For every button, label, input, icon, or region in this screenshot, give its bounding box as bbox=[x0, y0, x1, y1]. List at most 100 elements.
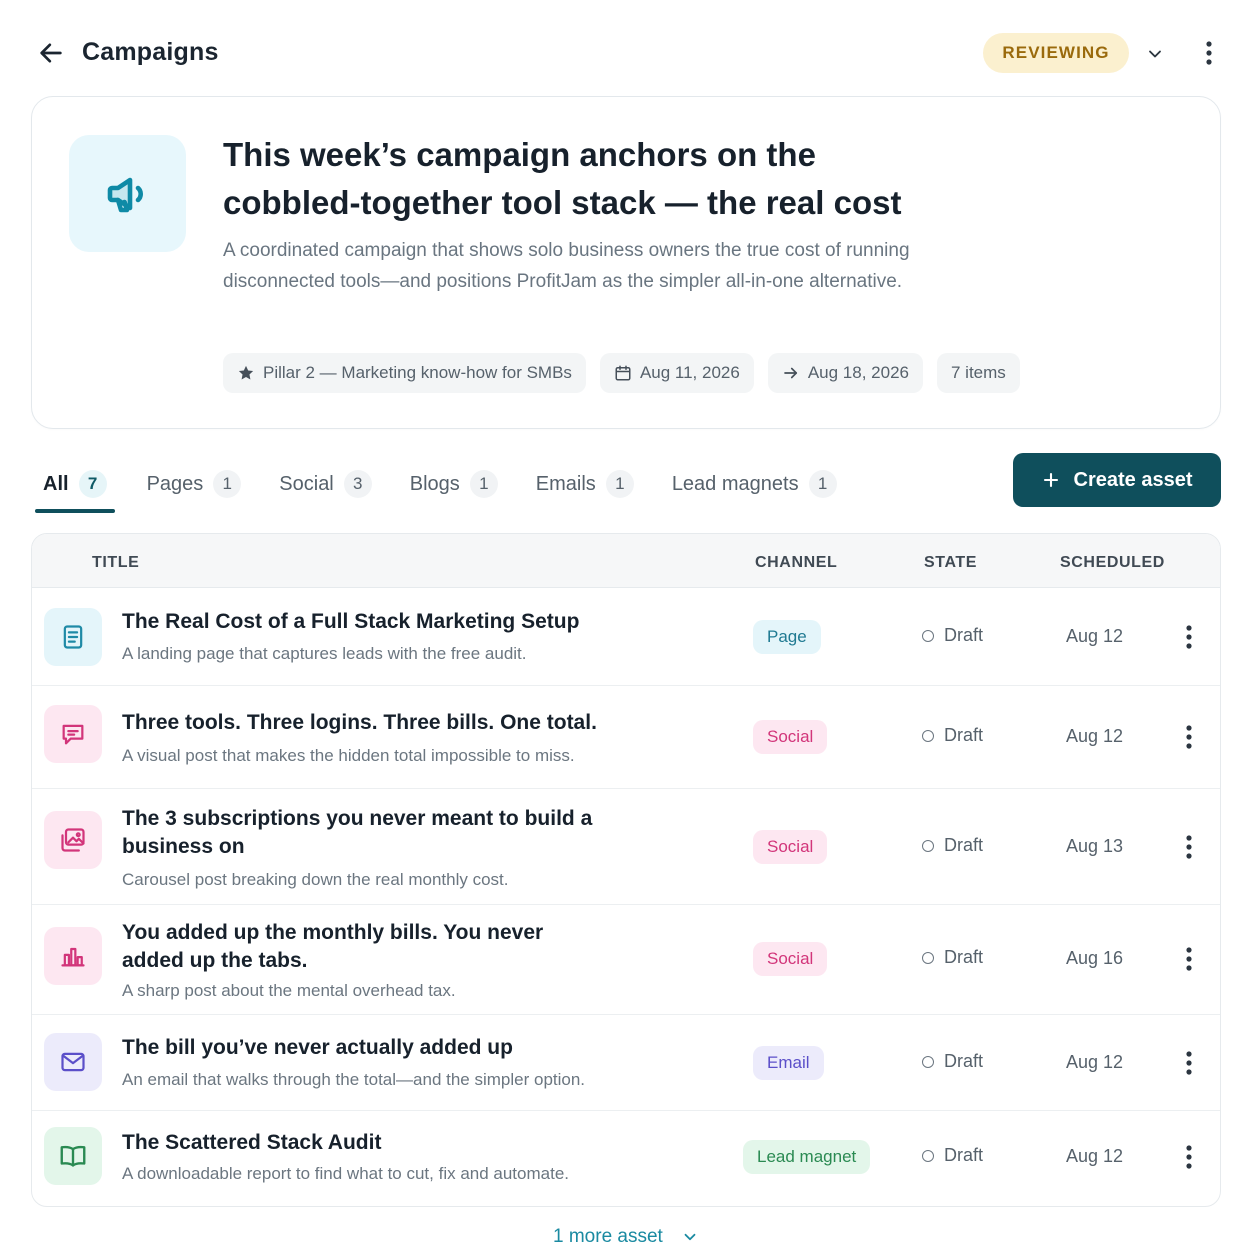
top-bar: Campaigns REVIEWING bbox=[0, 0, 1252, 96]
tab-emails[interactable]: Emails 1 bbox=[536, 455, 634, 513]
column-header-state: STATE bbox=[924, 554, 978, 571]
table-row[interactable]: Three tools. Three logins. Three bills. … bbox=[32, 686, 1220, 789]
campaign-description: A coordinated campaign that shows solo b… bbox=[223, 240, 910, 292]
row-title: Three tools. Three logins. Three bills. … bbox=[122, 711, 597, 734]
row-icon-tile bbox=[44, 1033, 102, 1091]
state-cell: Draft bbox=[922, 835, 983, 856]
kebab-menu-icon bbox=[1186, 725, 1192, 749]
chevron-down-icon bbox=[1149, 50, 1161, 58]
tab-label: Pages bbox=[146, 472, 204, 495]
arrow-right-icon bbox=[784, 367, 797, 379]
row-icon-tile bbox=[44, 705, 102, 763]
tab-label: Emails bbox=[535, 472, 596, 495]
scheduled-date: Aug 13 bbox=[1066, 836, 1124, 856]
end-date-chip: Aug 18, 2026 bbox=[767, 353, 923, 393]
chevron-down-icon bbox=[684, 1233, 696, 1241]
table-header: TITLE CHANNEL STATE SCHEDULED bbox=[32, 534, 1220, 588]
state-cell: Draft bbox=[922, 625, 983, 646]
tab-pages[interactable]: Pages 1 bbox=[147, 455, 242, 513]
table-row[interactable]: The Scattered Stack Audit A downloadable… bbox=[32, 1111, 1220, 1206]
kebab-menu-icon bbox=[1186, 1051, 1192, 1075]
images-icon bbox=[61, 828, 85, 852]
column-header-channel: CHANNEL bbox=[755, 554, 838, 571]
row-subtitle: An email that walks through the total—an… bbox=[122, 1070, 586, 1089]
campaign-icon-tile bbox=[69, 135, 186, 252]
column-header-title: TITLE bbox=[92, 554, 140, 571]
tab-social[interactable]: Social 3 bbox=[279, 455, 372, 513]
table-row[interactable]: The bill you’ve never actually added up … bbox=[32, 1015, 1220, 1111]
channel-pill: Social bbox=[753, 830, 828, 864]
kebab-menu-icon bbox=[1206, 41, 1212, 65]
row-title: The Real Cost of a Full Stack Marketing … bbox=[122, 610, 580, 633]
row-title: The bill you’ve never actually added up bbox=[122, 1036, 513, 1059]
row-menu-button[interactable] bbox=[1176, 832, 1202, 862]
table-row[interactable]: The 3 subscriptions you never meant to b… bbox=[32, 789, 1220, 905]
draft-dot-icon bbox=[922, 1149, 934, 1162]
chat-bubble-icon bbox=[62, 724, 84, 745]
arrow-left-icon bbox=[40, 43, 62, 63]
status-dropdown-button[interactable] bbox=[1142, 41, 1168, 67]
channel-pill: Email bbox=[753, 1046, 824, 1080]
kebab-menu-icon bbox=[1186, 947, 1192, 971]
draft-dot-icon bbox=[922, 839, 934, 852]
asset-filter-tabs: All 7 Pages 1 Social 3 Blogs 1 Emails 1 … bbox=[35, 455, 837, 515]
page-title: Campaigns bbox=[82, 38, 219, 66]
tab-label: Social bbox=[279, 472, 334, 495]
back-button[interactable] bbox=[34, 36, 68, 70]
state-cell: Draft bbox=[922, 1051, 983, 1072]
draft-dot-icon bbox=[922, 729, 934, 742]
row-icon-tile bbox=[44, 927, 102, 985]
kebab-menu-icon bbox=[1186, 1145, 1192, 1169]
show-more-assets-link[interactable]: 1 more asset bbox=[553, 1222, 699, 1252]
tab-all[interactable]: All 7 bbox=[35, 455, 115, 513]
row-menu-button[interactable] bbox=[1176, 944, 1202, 974]
row-menu-button[interactable] bbox=[1176, 622, 1202, 652]
tab-blogs[interactable]: Blogs 1 bbox=[410, 455, 498, 513]
column-header-scheduled: SCHEDULED bbox=[1060, 554, 1165, 571]
tab-count: 7 bbox=[78, 470, 107, 498]
table-row[interactable]: The Real Cost of a Full Stack Marketing … bbox=[32, 588, 1220, 686]
row-subtitle: A sharp post about the mental overhead t… bbox=[122, 981, 456, 1000]
create-asset-label: Create asset bbox=[1073, 468, 1193, 491]
pillar-label: Pillar 2 — Marketing know-how for SMBs bbox=[263, 363, 572, 382]
star-icon bbox=[238, 365, 254, 380]
scheduled-date: Aug 12 bbox=[1066, 626, 1124, 646]
more-options-button[interactable] bbox=[1196, 38, 1222, 68]
state-label: Draft bbox=[944, 1145, 984, 1165]
scheduled-date: Aug 12 bbox=[1066, 1052, 1124, 1072]
tab-lead-magnets[interactable]: Lead magnets 1 bbox=[672, 455, 837, 513]
tab-count: 1 bbox=[808, 470, 837, 498]
document-icon bbox=[63, 625, 83, 649]
pillar-chip: Pillar 2 — Marketing know-how for SMBs bbox=[223, 353, 586, 393]
row-icon-tile bbox=[44, 811, 102, 869]
more-assets-label: 1 more asset bbox=[553, 1226, 663, 1247]
tab-label: All bbox=[43, 472, 69, 495]
draft-dot-icon bbox=[922, 629, 934, 642]
draft-dot-icon bbox=[922, 951, 934, 964]
status-badge: REVIEWING bbox=[983, 33, 1129, 73]
megaphone-icon bbox=[107, 177, 143, 212]
row-subtitle: A visual post that makes the hidden tota… bbox=[122, 746, 575, 765]
items-count-chip: 7 items bbox=[936, 353, 1020, 393]
row-title: The 3 subscriptions you never meant to b… bbox=[122, 807, 593, 858]
table-row[interactable]: You added up the monthly bills. You neve… bbox=[32, 905, 1220, 1015]
create-asset-button[interactable]: Create asset bbox=[1013, 453, 1221, 507]
assets-table: TITLE CHANNEL STATE SCHEDULED The Real C… bbox=[31, 533, 1221, 1207]
row-menu-button[interactable] bbox=[1176, 1048, 1202, 1078]
state-label: Draft bbox=[944, 625, 984, 645]
row-menu-button[interactable] bbox=[1176, 722, 1202, 752]
calendar-icon bbox=[615, 365, 631, 381]
channel-pill: Page bbox=[753, 620, 821, 654]
bar-chart-icon bbox=[61, 947, 85, 967]
start-date-chip: Aug 11, 2026 bbox=[599, 353, 754, 393]
row-icon-tile bbox=[44, 1127, 102, 1185]
tab-label: Blogs bbox=[409, 472, 460, 495]
state-label: Draft bbox=[944, 947, 984, 967]
campaign-heading: This week’s campaign anchors on the cobb… bbox=[223, 136, 902, 221]
row-menu-button[interactable] bbox=[1176, 1142, 1202, 1172]
channel-pill: Social bbox=[753, 720, 828, 754]
tab-label: Lead magnets bbox=[671, 472, 799, 495]
scheduled-date: Aug 12 bbox=[1066, 1146, 1124, 1166]
end-date-label: Aug 18, 2026 bbox=[807, 363, 909, 382]
row-title: You added up the monthly bills. You neve… bbox=[122, 921, 544, 972]
